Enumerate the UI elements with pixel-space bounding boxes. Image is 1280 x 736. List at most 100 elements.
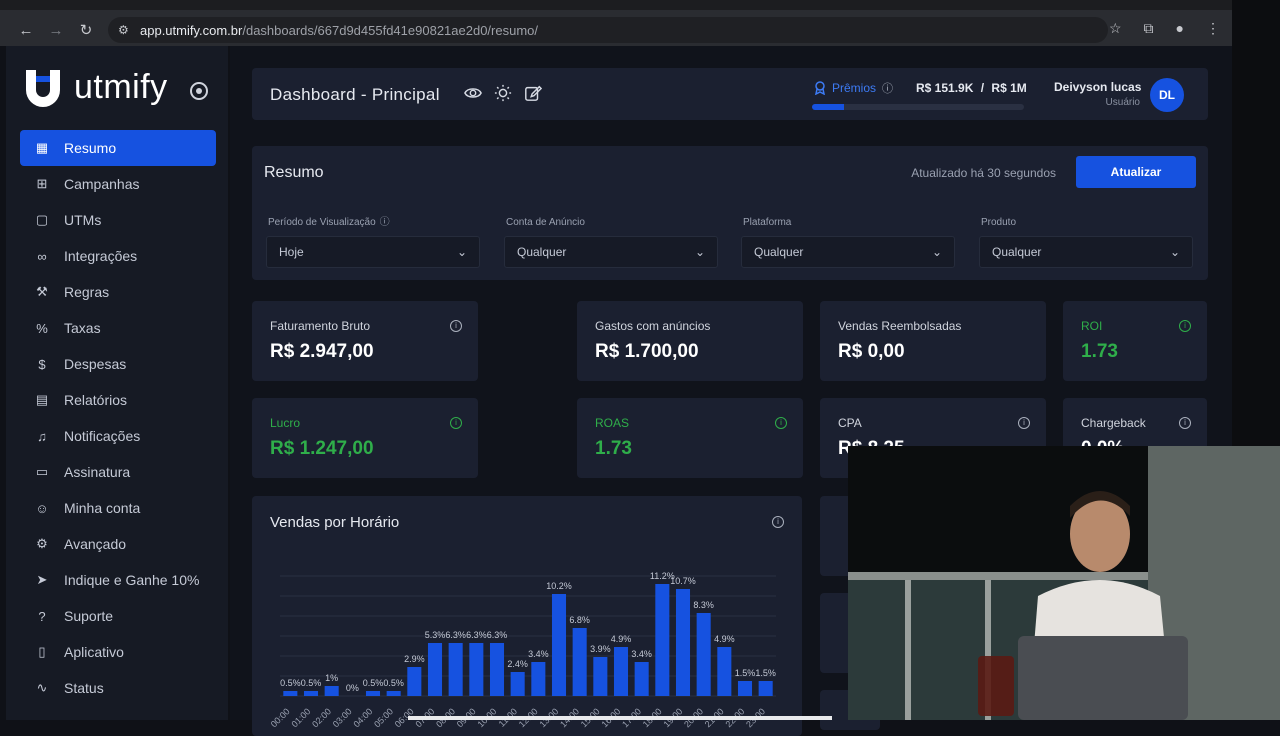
address-bar[interactable]: ⚙ app.utmify.com.br/dashboards/667d9d455… (108, 17, 1108, 43)
updated-status: Atualizado há 30 segundos (911, 166, 1056, 180)
chart-data-label: 0.5% (301, 678, 322, 688)
premios-link[interactable]: Prêmios ⓘ (814, 80, 893, 96)
chart-bar[interactable] (675, 589, 691, 696)
sidebar-item-label: Status (64, 680, 104, 696)
sidebar-item-suporte[interactable]: ? Suporte (20, 598, 216, 634)
chart-bar[interactable] (531, 662, 546, 696)
avatar[interactable]: DL (1150, 78, 1184, 112)
chart-bar[interactable] (634, 662, 649, 696)
info-icon[interactable]: i (450, 417, 462, 429)
info-icon[interactable]: i (450, 320, 462, 332)
edit-icon[interactable] (524, 84, 542, 102)
sidebar-item-utms[interactable]: ▢ UTMs (20, 202, 216, 238)
sidebar-nav: ▦ Resumo ⊞ Campanhas ▢ UTMs ∞ Integrações ⚒ Regra… (20, 130, 216, 706)
chart-bar[interactable] (717, 647, 732, 696)
chart-bar[interactable] (448, 643, 463, 696)
clipboard-icon: ▢ (35, 212, 49, 227)
profile-icon[interactable]: ● (1176, 20, 1184, 37)
help-icon: ? (38, 608, 46, 624)
info-icon[interactable]: i (775, 417, 787, 429)
chart-bar[interactable] (572, 628, 587, 696)
chart-data-label: 6.3% (445, 630, 466, 640)
percent-icon: % (36, 320, 48, 336)
select-value: Qualquer (517, 245, 567, 259)
chart-bar[interactable] (758, 681, 773, 696)
chart-data-label: 0.5% (383, 678, 404, 688)
extensions-icon[interactable]: ⧉ (1144, 20, 1154, 37)
site-settings-icon[interactable]: ⚙ (118, 23, 129, 37)
menu-icon[interactable]: ⋮ (1206, 20, 1220, 37)
sidebar-item-minha-conta[interactable]: ☺ Minha conta (20, 490, 216, 526)
sidebar-item-despesas[interactable]: $ Despesas (20, 346, 216, 382)
sidebar-item-aplicativo[interactable]: ▯ Aplicativo (20, 634, 216, 670)
sidebar-item-relat-rios[interactable]: ▤ Relatórios (20, 382, 216, 418)
kpi-roi: ROI 1.73 i (1063, 301, 1207, 381)
sidebar-item-status[interactable]: ∿ Status (20, 670, 216, 706)
sidebar-item-avan-ado[interactable]: ⚙ Avançado (20, 526, 216, 562)
chart-bar[interactable] (489, 643, 505, 696)
browser-toolbar: ← → ↻ ⚙ app.utmify.com.br/dashboards/667… (0, 0, 1232, 46)
goal-target: R$ 1M (991, 81, 1027, 95)
chart-bar[interactable] (696, 613, 711, 696)
goal-current: R$ 151.9K (916, 81, 974, 95)
chart-bar[interactable] (655, 584, 670, 696)
chart-data-label: 1.5% (735, 668, 756, 678)
sidebar-item-indique-e-ganhe-10[interactable]: ➤ Indique e Ganhe 10% (20, 562, 216, 598)
eye-icon[interactable] (464, 84, 482, 102)
chart-bar[interactable] (469, 643, 484, 696)
forward-icon[interactable]: → (42, 22, 70, 39)
chart-bar[interactable] (593, 657, 608, 696)
sidebar-item-resumo[interactable]: ▦ Resumo (20, 130, 216, 166)
chart-bar[interactable] (510, 672, 525, 696)
sidebar-item-taxas[interactable]: % Taxas (20, 310, 216, 346)
conta-select[interactable]: Qualquer ⌄ (504, 236, 718, 268)
chart-data-label: 3.9% (590, 644, 611, 654)
kpi-value: 1.73 (595, 438, 632, 459)
plataforma-select[interactable]: Qualquer ⌄ (741, 236, 955, 268)
sidebar-item-campanhas[interactable]: ⊞ Campanhas (20, 166, 216, 202)
sidebar-item-assinatura[interactable]: ▭ Assinatura (20, 454, 216, 490)
chart-data-label: 6.3% (466, 630, 487, 640)
info-icon[interactable]: i (1179, 417, 1191, 429)
sidebar-item-notifica-es[interactable]: ♫ Notificações (20, 418, 216, 454)
sidebar-item-regras[interactable]: ⚒ Regras (20, 274, 216, 310)
chart-bar[interactable] (386, 691, 401, 696)
chart-bar[interactable] (303, 691, 319, 696)
user-icon: ☺ (35, 500, 49, 516)
chart-data-label: 4.9% (714, 634, 735, 644)
info-icon[interactable]: ⓘ (380, 217, 390, 228)
webcam-overlay (848, 446, 1280, 720)
chart-bar[interactable] (551, 594, 567, 696)
kpi-value: R$ 1.247,00 (270, 438, 374, 459)
tab-strip (0, 0, 1232, 10)
page-title: Dashboard - Principal (270, 85, 440, 104)
chart-bar[interactable] (613, 647, 629, 696)
reload-icon[interactable]: ↻ (72, 21, 100, 39)
star-icon[interactable]: ☆ (1109, 20, 1122, 37)
chart-bar[interactable] (407, 667, 422, 696)
sun-icon[interactable] (494, 84, 512, 102)
update-button[interactable]: Atualizar (1076, 156, 1196, 188)
resumo-filters-card: Resumo Atualizado há 30 segundos Atualiz… (252, 146, 1208, 280)
chart-bar[interactable] (365, 691, 381, 696)
kpi-faturamento: Faturamento Bruto R$ 2.947,00 i (252, 301, 478, 381)
filter-produto: Produto Qualquer ⌄ (979, 212, 1193, 268)
info-icon[interactable]: ⓘ (882, 80, 893, 96)
chart-bar[interactable] (427, 643, 443, 696)
periodo-select[interactable]: Hoje ⌄ (266, 236, 480, 268)
kpi-gastos: Gastos com anúncios R$ 1.700,00 (577, 301, 803, 381)
filter-label: Período de Visualização (268, 217, 376, 228)
logo[interactable]: utmify (22, 66, 168, 108)
info-icon[interactable]: i (1018, 417, 1030, 429)
dashboard-header: Dashboard - Principal Prêmios ⓘ R$ 151.9… (252, 68, 1208, 120)
sidebar-item-integra-es[interactable]: ∞ Integrações (20, 238, 216, 274)
chart-bar[interactable] (283, 691, 298, 696)
sidebar-item-label: Integrações (64, 248, 138, 264)
chart-bar[interactable] (737, 681, 753, 696)
produto-select[interactable]: Qualquer ⌄ (979, 236, 1193, 268)
info-icon[interactable]: i (1179, 320, 1191, 332)
chart-bar[interactable] (324, 686, 339, 696)
back-icon[interactable]: ← (12, 22, 40, 39)
chart-data-label: 10.2% (546, 581, 572, 591)
settings-ring-icon[interactable] (190, 82, 208, 100)
